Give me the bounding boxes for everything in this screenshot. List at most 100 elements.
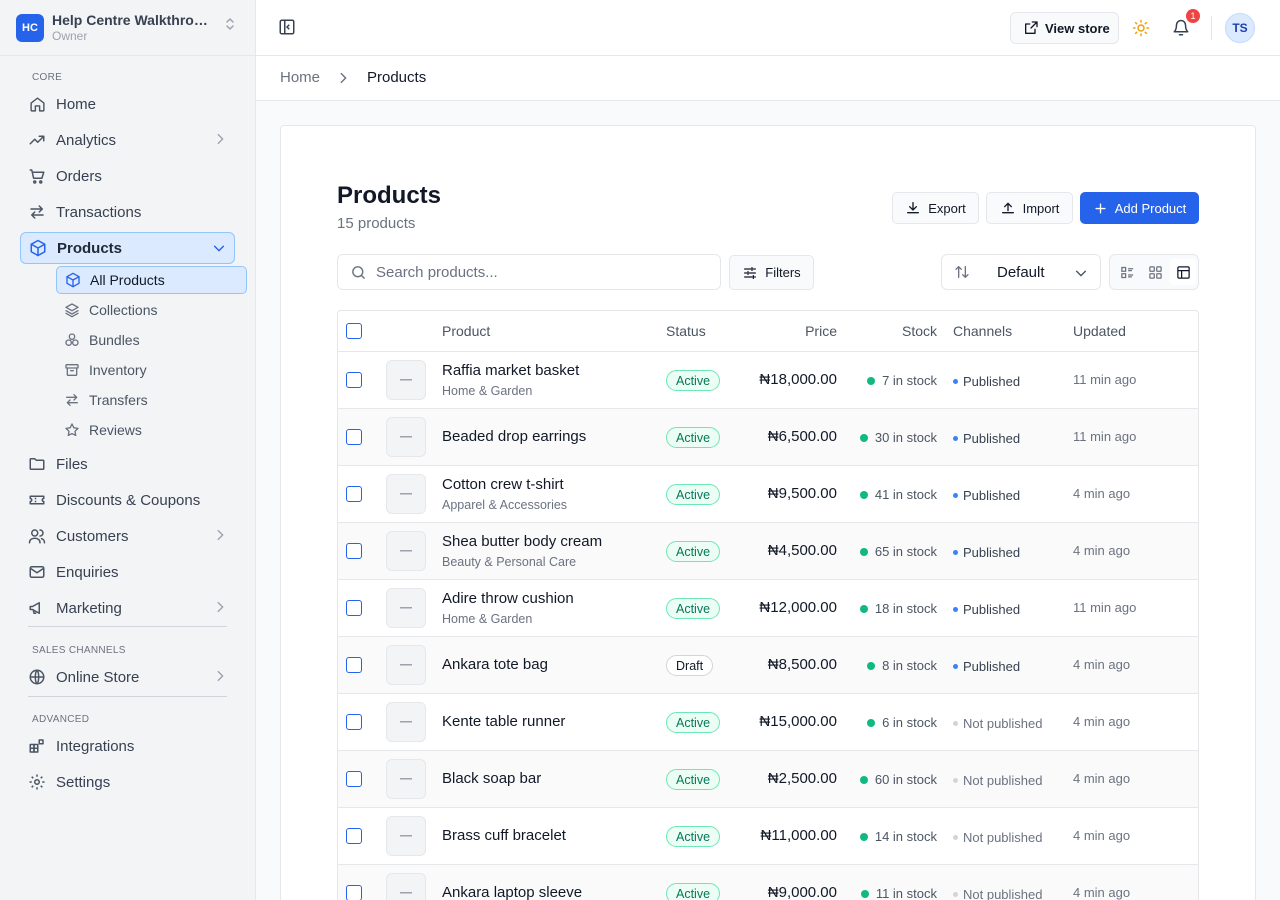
view-store-label: View store xyxy=(1045,20,1110,36)
grid-view-button[interactable] xyxy=(1142,259,1168,285)
filters-button[interactable]: Filters xyxy=(729,255,814,290)
sidebar-item-marketing[interactable]: Marketing xyxy=(20,592,235,624)
channel-dot xyxy=(953,778,958,783)
row-checkbox[interactable] xyxy=(346,372,362,388)
stock-text: 65 in stock xyxy=(874,544,937,559)
product-name[interactable]: Shea butter body cream xyxy=(442,533,602,550)
stock-dot xyxy=(867,661,876,670)
product-name[interactable]: Adire throw cushion xyxy=(442,590,574,607)
product-name[interactable]: Raffia market basket xyxy=(442,362,579,379)
sidebar-item-analytics[interactable]: Analytics xyxy=(20,124,235,156)
table-row[interactable]: Adire throw cushion Home & Garden Active… xyxy=(338,580,1198,637)
select-all-checkbox[interactable] xyxy=(346,323,362,339)
product-name[interactable]: Black soap bar xyxy=(442,770,541,787)
sidebar-subitem-reviews[interactable]: Reviews xyxy=(56,416,247,444)
sort-arrows-icon xyxy=(954,264,970,280)
row-checkbox[interactable] xyxy=(346,885,362,900)
sidebar-subitem-transfers[interactable]: Transfers xyxy=(56,386,247,414)
sun-icon[interactable] xyxy=(1132,19,1150,37)
product-name[interactable]: Beaded drop earrings xyxy=(442,428,586,445)
row-checkbox[interactable] xyxy=(346,543,362,559)
globe-icon xyxy=(28,668,46,686)
channel-text: Not published xyxy=(963,830,1043,845)
sidebar-item-transactions[interactable]: Transactions xyxy=(20,196,235,228)
search-input[interactable] xyxy=(376,263,696,281)
view-toggle-group xyxy=(1109,254,1199,290)
product-price: ₦18,000.00 xyxy=(759,371,837,388)
sidebar-subitem-label: All Products xyxy=(90,272,165,288)
product-name[interactable]: Kente table runner xyxy=(442,713,565,730)
sidebar-item-files[interactable]: Files xyxy=(20,448,235,480)
sidebar-item-discounts[interactable]: Discounts & Coupons xyxy=(20,484,235,516)
sidebar-subitem-bundles[interactable]: Bundles xyxy=(56,326,247,354)
col-header-updated[interactable]: Updated xyxy=(1073,323,1126,339)
table-view-button[interactable] xyxy=(1170,259,1196,285)
table-row[interactable]: Brass cuff bracelet Active ₦11,000.00 14… xyxy=(338,808,1198,865)
table-row[interactable]: Raffia market basket Home & Garden Activ… xyxy=(338,352,1198,409)
add-product-button[interactable]: Add Product xyxy=(1080,192,1199,224)
product-name[interactable]: Ankara tote bag xyxy=(442,656,548,673)
col-header-product[interactable]: Product xyxy=(442,323,490,339)
table-row[interactable]: Black soap bar Active ₦2,500.00 60 in st… xyxy=(338,751,1198,808)
table-row[interactable]: Cotton crew t-shirt Apparel & Accessorie… xyxy=(338,466,1198,523)
sidebar-subitem-label: Bundles xyxy=(89,332,140,348)
status-badge: Active xyxy=(666,370,721,391)
sidebar-item-home[interactable]: Home xyxy=(20,88,235,120)
col-header-channels[interactable]: Channels xyxy=(953,323,1012,339)
sidebar-subitem-inventory[interactable]: Inventory xyxy=(56,356,247,384)
store-logo: HC xyxy=(16,14,44,42)
chevron-right-icon xyxy=(213,132,227,146)
product-name[interactable]: Ankara laptop sleeve xyxy=(442,884,582,900)
breadcrumb-current: Products xyxy=(367,69,427,86)
bell-icon[interactable] xyxy=(1172,19,1190,37)
row-checkbox[interactable] xyxy=(346,429,362,445)
table-row[interactable]: Ankara tote bag Draft ₦8,500.00 8 in sto… xyxy=(338,637,1198,694)
user-avatar[interactable]: TS xyxy=(1225,13,1255,43)
sidebar-subitem-collections[interactable]: Collections xyxy=(56,296,247,324)
col-header-stock[interactable]: Stock xyxy=(902,323,937,339)
stock-dot xyxy=(860,889,869,898)
table-row[interactable]: Shea butter body cream Beauty & Personal… xyxy=(338,523,1198,580)
row-checkbox[interactable] xyxy=(346,657,362,673)
status-badge: Active xyxy=(666,712,721,733)
sidebar-item-online-store[interactable]: Online Store xyxy=(20,661,235,693)
row-checkbox[interactable] xyxy=(346,771,362,787)
row-checkbox[interactable] xyxy=(346,714,362,730)
import-button[interactable]: Import xyxy=(986,192,1073,224)
product-price: ₦15,000.00 xyxy=(759,713,837,730)
store-switcher[interactable]: HC Help Centre Walkthrough Owner xyxy=(16,10,242,46)
product-thumbnail xyxy=(386,759,426,799)
sidebar-toggle-icon[interactable] xyxy=(278,18,298,38)
megaphone-icon xyxy=(28,599,46,617)
product-name[interactable]: Cotton crew t-shirt xyxy=(442,476,564,493)
sidebar-item-customers[interactable]: Customers xyxy=(20,520,235,552)
product-count: 15 products xyxy=(337,215,416,232)
col-header-status[interactable]: Status xyxy=(666,323,706,339)
list-view-button[interactable] xyxy=(1114,259,1140,285)
channel-text: Not published xyxy=(963,716,1043,731)
sidebar-item-products[interactable]: Products xyxy=(20,232,235,264)
table-row[interactable]: Beaded drop earrings Active ₦6,500.00 30… xyxy=(338,409,1198,466)
sidebar-item-integrations[interactable]: Integrations xyxy=(20,730,235,762)
sidebar-separator xyxy=(28,626,227,627)
sidebar-item-orders[interactable]: Orders xyxy=(20,160,235,192)
chevron-right-icon xyxy=(213,669,227,683)
table-row[interactable]: Ankara laptop sleeve Active ₦9,000.00 11… xyxy=(338,865,1198,900)
view-store-button[interactable]: View store xyxy=(1010,12,1119,44)
table-row[interactable]: Kente table runner Active ₦15,000.00 6 i… xyxy=(338,694,1198,751)
sort-select[interactable]: Default xyxy=(941,254,1101,290)
product-price: ₦9,000.00 xyxy=(767,884,837,900)
row-checkbox[interactable] xyxy=(346,486,362,502)
sidebar-item-settings[interactable]: Settings xyxy=(20,766,235,798)
channel-dot xyxy=(953,436,958,441)
row-checkbox[interactable] xyxy=(346,828,362,844)
sort-value: Default xyxy=(997,264,1045,281)
export-button[interactable]: Export xyxy=(892,192,979,224)
sidebar-item-enquiries[interactable]: Enquiries xyxy=(20,556,235,588)
stock-indicator: 18 in stock xyxy=(859,601,937,616)
breadcrumb-home[interactable]: Home xyxy=(280,69,320,86)
col-header-price[interactable]: Price xyxy=(805,323,837,339)
sidebar-subitem-all-products[interactable]: All Products xyxy=(56,266,247,294)
row-checkbox[interactable] xyxy=(346,600,362,616)
product-name[interactable]: Brass cuff bracelet xyxy=(442,827,566,844)
